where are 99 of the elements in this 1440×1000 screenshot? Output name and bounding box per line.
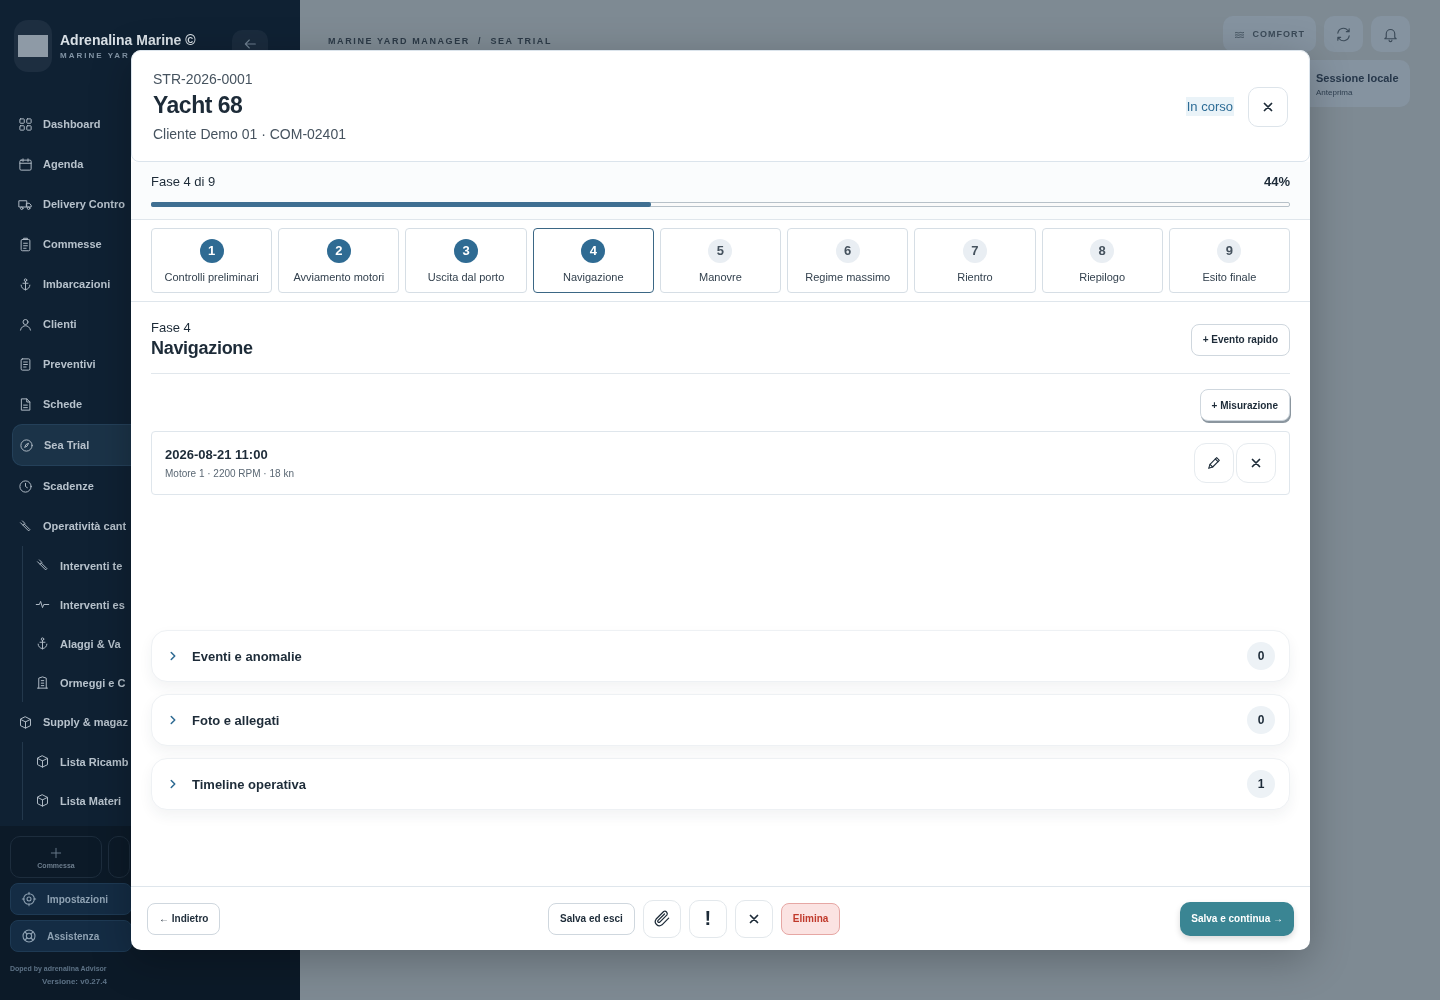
sidebar-item[interactable]: Preventivi xyxy=(12,344,128,384)
sidebar-item[interactable]: Interventi es xyxy=(35,585,128,624)
version-text: Versione: v0.27.4 xyxy=(41,977,108,986)
sidebar-item[interactable]: Dashboard xyxy=(12,104,128,144)
box-icon xyxy=(35,754,50,769)
sidebar-item[interactable]: Operatività cant xyxy=(12,506,128,546)
sidebar-item[interactable]: Lista Materi xyxy=(35,781,128,820)
step-number: 3 xyxy=(454,238,479,263)
step-number: 2 xyxy=(326,238,351,263)
alert-button[interactable]: ! xyxy=(688,899,727,938)
sidebar-link[interactable]: Impostazioni xyxy=(10,883,132,915)
back-button[interactable] xyxy=(232,30,268,52)
session-title: Sessione locale xyxy=(1316,72,1400,84)
step-tab[interactable]: 3 Uscita dal porto xyxy=(405,228,527,293)
wrench-icon xyxy=(35,558,50,573)
sidebar-item[interactable]: Ormeggi e C xyxy=(35,663,128,702)
brand-subtitle: MARINE YAR xyxy=(60,51,131,60)
sidebar-item[interactable]: Agenda xyxy=(12,144,128,184)
step-number: 1 xyxy=(199,238,224,263)
settings-icon xyxy=(21,891,37,907)
measurement-detail: Motore 1 · 2200 RPM · 18 kn xyxy=(165,468,295,479)
count-badge: 0 xyxy=(1247,706,1275,734)
sidebar-item[interactable]: Sea Trial xyxy=(12,424,131,466)
box-icon xyxy=(35,793,50,808)
grid-icon xyxy=(18,116,33,132)
phase-overline: Fase 4 xyxy=(151,320,192,335)
box-icon xyxy=(18,714,33,730)
anchor-icon xyxy=(35,636,50,651)
modal-subtitle: Cliente Demo 01 · COM-02401 xyxy=(153,126,346,142)
step-tab[interactable]: 4 Navigazione xyxy=(532,228,654,293)
document-icon xyxy=(18,356,33,372)
sidebar-item[interactable]: Delivery Contro xyxy=(12,184,128,224)
phase-title: Navigazione xyxy=(151,338,253,359)
cancel-button[interactable] xyxy=(734,899,773,938)
sidebar-item[interactable]: Scadenze xyxy=(12,466,128,506)
quick-event-button[interactable]: + Evento rapido xyxy=(1190,323,1290,356)
sidebar-item[interactable]: Lista Ricamb xyxy=(35,742,128,781)
back-arrow-icon xyxy=(242,36,258,52)
clock-icon xyxy=(18,478,33,494)
modal-title: Yacht 68 xyxy=(153,92,244,119)
status-label: In corso xyxy=(1185,97,1234,116)
step-tab[interactable]: 6 Regime massimo xyxy=(787,228,909,293)
count-badge: 0 xyxy=(1247,642,1275,670)
close-button[interactable] xyxy=(1248,86,1288,127)
sidebar-item[interactable]: Schede xyxy=(12,384,128,424)
logo-image xyxy=(14,20,52,72)
compass-icon xyxy=(19,437,34,453)
refresh-icon xyxy=(1335,25,1352,43)
sidebar-item[interactable]: Clienti xyxy=(12,304,128,344)
step-number: 8 xyxy=(1090,238,1115,263)
clipboard-icon xyxy=(18,236,33,252)
accordion-header[interactable]: Foto e allegati 0 xyxy=(151,694,1290,746)
count-badge: 1 xyxy=(1247,770,1275,798)
breadcrumb: MARINE YARD MANAGER / SEA TRIAL xyxy=(328,36,552,46)
anchor-icon xyxy=(18,276,33,292)
building-icon xyxy=(35,675,50,690)
delete-button[interactable] xyxy=(1236,443,1276,483)
step-number: 6 xyxy=(835,238,860,263)
refresh-button[interactable] xyxy=(1324,16,1363,52)
add-measurement-button[interactable]: + Misurazione xyxy=(1199,389,1290,421)
accordion-header[interactable]: Timeline operativa 1 xyxy=(151,758,1290,810)
step-number: 7 xyxy=(962,238,987,263)
notification-button[interactable] xyxy=(1371,16,1410,52)
calendar-icon xyxy=(18,156,33,172)
sidebar-item[interactable]: Supply & magaz xyxy=(12,702,128,742)
lifebuoy-icon xyxy=(21,928,37,944)
attach-button[interactable] xyxy=(642,899,681,938)
step-tab[interactable]: 9 Esito finale xyxy=(1168,228,1290,293)
back-button[interactable]: ← Indietro xyxy=(147,902,221,935)
sidebar-item[interactable]: Alaggi & Va xyxy=(35,624,128,663)
progress-label: Fase 4 di 9 xyxy=(151,174,216,189)
user-icon xyxy=(18,316,33,332)
step-tab[interactable]: 8 Riepilogo xyxy=(1041,228,1163,293)
step-number: 9 xyxy=(1217,238,1242,263)
step-tab[interactable]: 5 Manovre xyxy=(659,228,782,293)
step-tab[interactable]: 2 Avviamento motori xyxy=(278,228,400,293)
sidebar-item[interactable]: Commesse xyxy=(12,224,128,264)
session-subtitle: Anteprima xyxy=(1316,88,1354,97)
save-exit-button[interactable]: Salva ed esci xyxy=(548,902,635,935)
step-number: 4 xyxy=(581,238,606,263)
plus-icon xyxy=(49,845,63,860)
delete-button[interactable]: Elimina xyxy=(780,902,841,935)
brand-name: Adrenalina Marine © xyxy=(60,32,196,48)
sidebar-link[interactable]: Assistenza xyxy=(10,920,132,952)
trial-code: STR-2026-0001 xyxy=(153,71,254,87)
save-continue-button[interactable]: Salva e continua → xyxy=(1180,901,1294,936)
sidebar-item[interactable]: Interventi te xyxy=(35,546,128,585)
progress-percent: 44% xyxy=(1263,174,1290,189)
measurement-time: 2026-08-21 11:00 xyxy=(165,447,269,462)
accordion-header[interactable]: Eventi e anomalie 0 xyxy=(151,630,1290,682)
file-icon xyxy=(18,396,33,412)
pencil-icon xyxy=(1206,455,1222,471)
edit-button[interactable] xyxy=(1194,443,1234,483)
close-icon xyxy=(1249,456,1263,470)
wrench-icon xyxy=(18,518,33,534)
step-tab[interactable]: 7 Rientro xyxy=(914,228,1036,293)
step-tab[interactable]: 1 Controlli preliminari xyxy=(151,228,273,293)
step-number: 5 xyxy=(708,238,733,263)
sidebar-item[interactable]: Imbarcazioni xyxy=(12,264,128,304)
